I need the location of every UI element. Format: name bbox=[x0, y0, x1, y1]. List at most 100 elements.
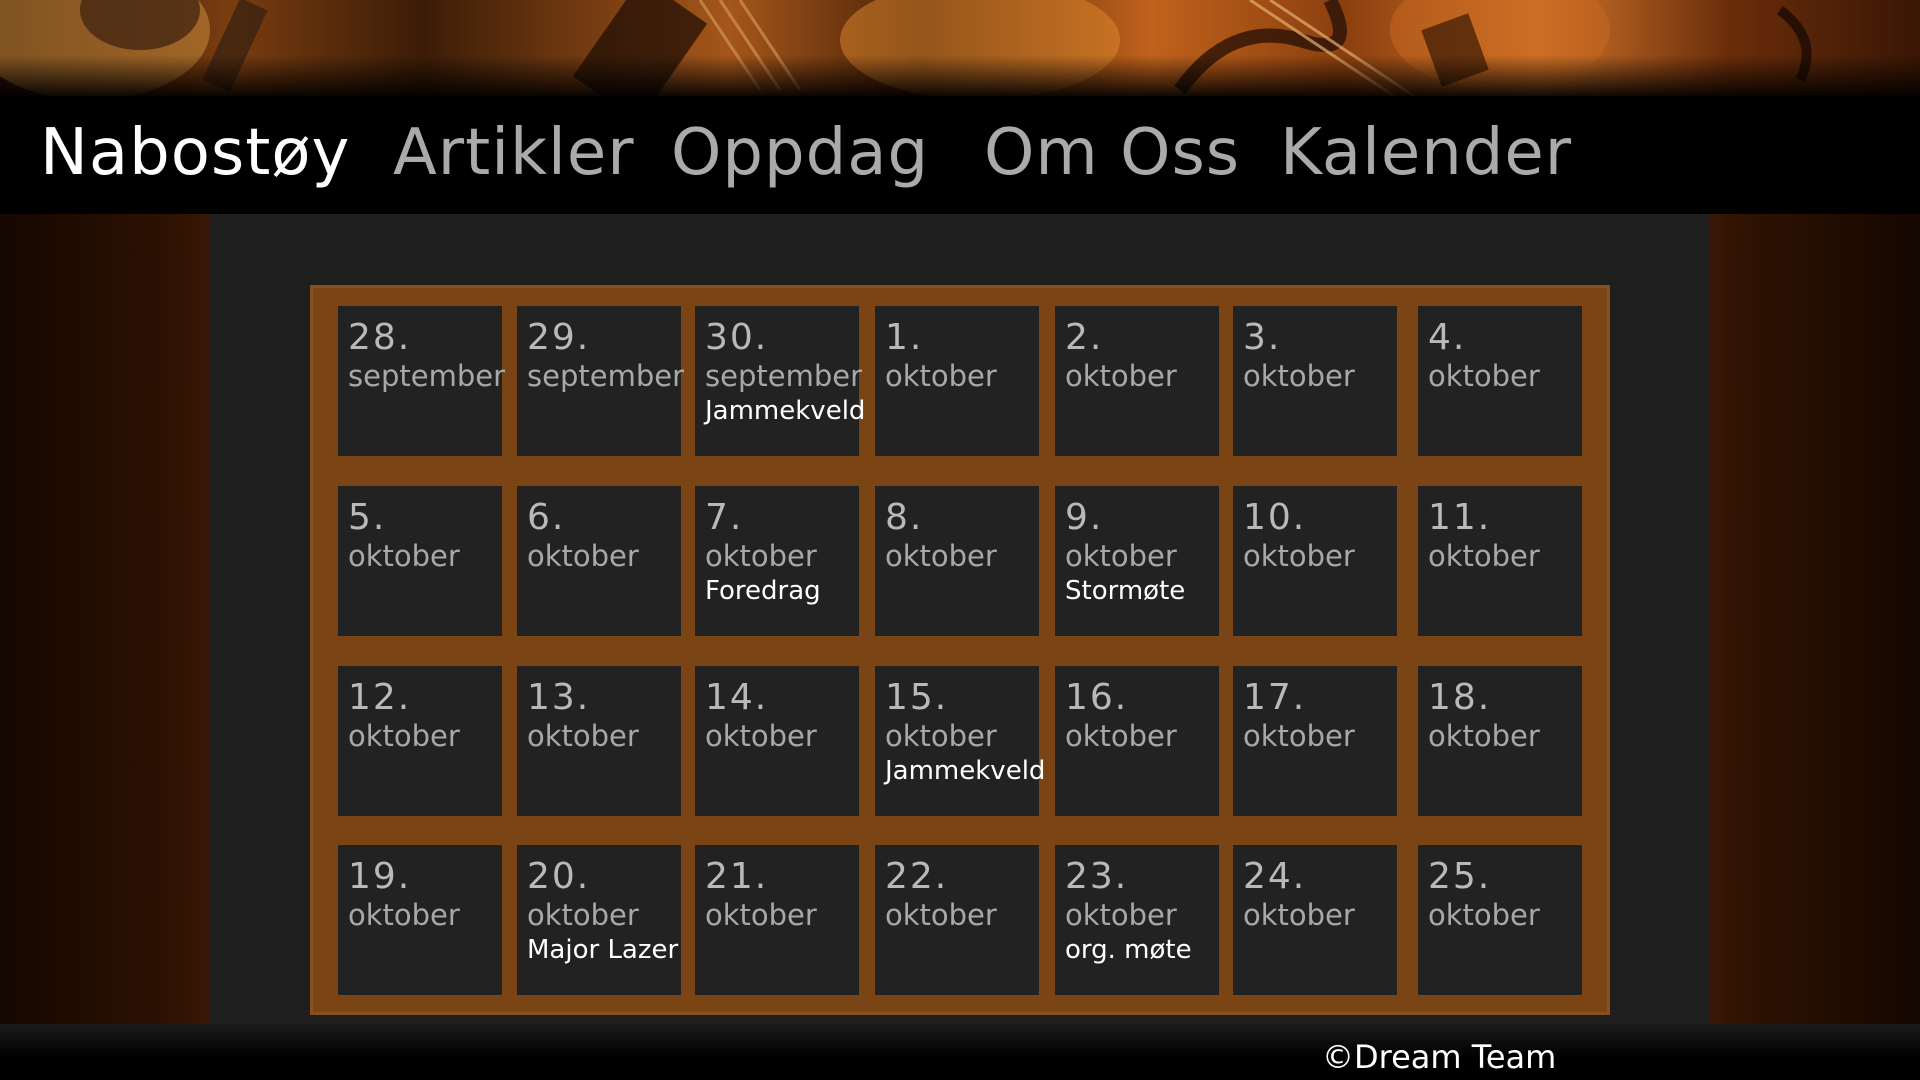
day-number: 20. bbox=[527, 856, 591, 897]
calendar-grid: 28. september 29. september 30. september Jamm… bbox=[310, 285, 1610, 1015]
day-month: oktober bbox=[1428, 359, 1540, 393]
day-month: september bbox=[348, 359, 505, 393]
calendar-day-cell[interactable]: 17. oktober bbox=[1233, 666, 1397, 816]
day-number: 16. bbox=[1065, 677, 1129, 718]
nav-item-artikler[interactable]: Artikler bbox=[393, 116, 635, 190]
day-month: september bbox=[527, 359, 684, 393]
day-number: 15. bbox=[885, 677, 949, 718]
day-month: oktober bbox=[1243, 898, 1355, 932]
calendar-day-cell[interactable]: 19. oktober bbox=[338, 845, 502, 995]
day-event-label[interactable]: Jammekveld bbox=[705, 394, 865, 428]
day-month: oktober bbox=[348, 898, 460, 932]
day-number: 25. bbox=[1428, 856, 1492, 897]
day-number: 29. bbox=[527, 317, 591, 358]
day-month: oktober bbox=[348, 719, 460, 753]
day-event-label[interactable]: Jammekveld bbox=[885, 754, 1045, 788]
day-number: 19. bbox=[348, 856, 412, 897]
nav-item-om-oss[interactable]: Om Oss bbox=[984, 116, 1240, 190]
day-number: 22. bbox=[885, 856, 949, 897]
day-event-label[interactable]: Foredrag bbox=[705, 574, 859, 608]
day-number: 2. bbox=[1065, 317, 1104, 358]
calendar-day-cell[interactable]: 12. oktober bbox=[338, 666, 502, 816]
calendar-day-cell[interactable]: 6. oktober bbox=[517, 486, 681, 636]
calendar-day-cell[interactable]: 14. oktober bbox=[695, 666, 859, 816]
day-number: 13. bbox=[527, 677, 591, 718]
day-month: oktober bbox=[705, 719, 817, 753]
calendar-day-cell[interactable]: 20. oktober Major Lazer bbox=[517, 845, 681, 995]
day-month: oktober bbox=[1428, 898, 1540, 932]
day-number: 14. bbox=[705, 677, 769, 718]
calendar-day-cell[interactable]: 7. oktober Foredrag bbox=[695, 486, 859, 636]
day-month: oktober bbox=[1065, 719, 1177, 753]
day-month: oktober bbox=[705, 898, 817, 932]
calendar-day-cell[interactable]: 8. oktober bbox=[875, 486, 1039, 636]
day-number: 5. bbox=[348, 497, 387, 538]
copyright-text: ©Dream Team bbox=[1322, 1038, 1557, 1076]
day-month: oktober bbox=[1428, 539, 1540, 573]
calendar-day-cell[interactable]: 25. oktober bbox=[1418, 845, 1582, 995]
day-month: oktober bbox=[885, 359, 997, 393]
calendar-day-cell[interactable]: 22. oktober bbox=[875, 845, 1039, 995]
day-month: oktober bbox=[1065, 898, 1177, 932]
day-number: 6. bbox=[527, 497, 566, 538]
day-month: oktober bbox=[885, 719, 997, 753]
day-number: 4. bbox=[1428, 317, 1467, 358]
calendar-day-cell[interactable]: 3. oktober bbox=[1233, 306, 1397, 456]
nav-item-kalender[interactable]: Kalender bbox=[1280, 116, 1572, 190]
day-month: oktober bbox=[885, 898, 997, 932]
day-number: 11. bbox=[1428, 497, 1492, 538]
day-number: 28. bbox=[348, 317, 412, 358]
day-number: 18. bbox=[1428, 677, 1492, 718]
day-number: 30. bbox=[705, 317, 769, 358]
day-number: 8. bbox=[885, 497, 924, 538]
day-month: oktober bbox=[527, 539, 639, 573]
page: Nabostøy Artikler Oppdag Om Oss Kalender… bbox=[0, 0, 1920, 1080]
day-month: oktober bbox=[885, 539, 997, 573]
calendar-day-cell[interactable]: 15. oktober Jammekveld bbox=[875, 666, 1045, 816]
day-month: oktober bbox=[1065, 359, 1177, 393]
day-number: 10. bbox=[1243, 497, 1307, 538]
day-number: 17. bbox=[1243, 677, 1307, 718]
day-number: 1. bbox=[885, 317, 924, 358]
calendar-day-cell[interactable]: 24. oktober bbox=[1233, 845, 1397, 995]
footer: ©Dream Team bbox=[0, 1024, 1920, 1080]
calendar-day-cell[interactable]: 10. oktober bbox=[1233, 486, 1397, 636]
day-number: 3. bbox=[1243, 317, 1282, 358]
day-month: oktober bbox=[527, 719, 639, 753]
day-event-label[interactable]: org. møte bbox=[1065, 933, 1219, 967]
calendar-day-cell[interactable]: 2. oktober bbox=[1055, 306, 1219, 456]
calendar-day-cell[interactable]: 16. oktober bbox=[1055, 666, 1219, 816]
day-number: 24. bbox=[1243, 856, 1307, 897]
day-number: 23. bbox=[1065, 856, 1129, 897]
day-month: oktober bbox=[348, 539, 460, 573]
day-event-label[interactable]: Stormøte bbox=[1065, 574, 1219, 608]
calendar-day-cell[interactable]: 11. oktober bbox=[1418, 486, 1582, 636]
day-month: oktober bbox=[1065, 539, 1177, 573]
day-month: oktober bbox=[1243, 539, 1355, 573]
header-banner-image bbox=[0, 0, 1920, 100]
calendar-day-cell[interactable]: 28. september bbox=[338, 306, 505, 456]
day-month: oktober bbox=[1428, 719, 1540, 753]
calendar-day-cell[interactable]: 1. oktober bbox=[875, 306, 1039, 456]
nav-item-oppdag[interactable]: Oppdag bbox=[671, 116, 929, 190]
calendar-day-cell[interactable]: 30. september Jammekveld bbox=[695, 306, 865, 456]
calendar-day-cell[interactable]: 5. oktober bbox=[338, 486, 502, 636]
day-number: 12. bbox=[348, 677, 412, 718]
calendar-day-cell[interactable]: 4. oktober bbox=[1418, 306, 1582, 456]
banner-fade bbox=[0, 55, 1920, 100]
nav-brand-nabostoy[interactable]: Nabostøy bbox=[40, 116, 350, 190]
day-number: 9. bbox=[1065, 497, 1104, 538]
day-number: 21. bbox=[705, 856, 769, 897]
calendar-day-cell[interactable]: 21. oktober bbox=[695, 845, 859, 995]
day-event-label[interactable]: Major Lazer bbox=[527, 933, 681, 967]
day-month: september bbox=[705, 359, 862, 393]
calendar-day-cell[interactable]: 18. oktober bbox=[1418, 666, 1582, 816]
calendar-day-cell[interactable]: 23. oktober org. møte bbox=[1055, 845, 1219, 995]
day-month: oktober bbox=[705, 539, 817, 573]
calendar-day-cell[interactable]: 9. oktober Stormøte bbox=[1055, 486, 1219, 636]
day-month: oktober bbox=[1243, 359, 1355, 393]
day-month: oktober bbox=[1243, 719, 1355, 753]
calendar-day-cell[interactable]: 29. september bbox=[517, 306, 684, 456]
calendar-day-cell[interactable]: 13. oktober bbox=[517, 666, 681, 816]
main-navigation: Nabostøy Artikler Oppdag Om Oss Kalender bbox=[0, 96, 1920, 214]
